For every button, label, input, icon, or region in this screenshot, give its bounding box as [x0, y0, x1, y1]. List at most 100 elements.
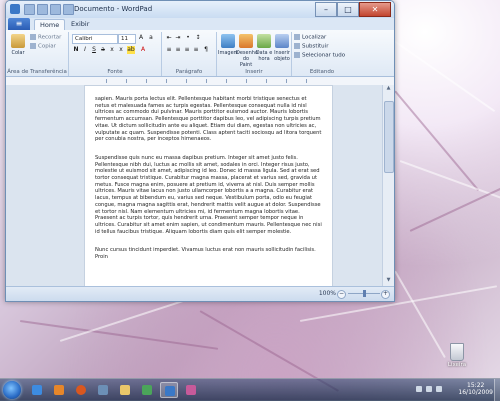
datetime-button[interactable]: Data e hora [254, 34, 274, 62]
editing-group-label: Editando [309, 69, 335, 75]
align-left-icon[interactable]: ≡ [165, 46, 173, 54]
close-button[interactable]: ✕ [359, 2, 391, 17]
paragraph-settings-icon[interactable]: ¶ [202, 46, 210, 54]
align-center-icon[interactable]: ≡ [174, 46, 182, 54]
ribbon: Colar Recortar Copiar Área de Transferên… [6, 30, 394, 77]
save-icon[interactable] [24, 4, 35, 15]
clipboard-group-label: Área de Transferência [7, 69, 67, 75]
clipboard-group: Colar Recortar Copiar Área de Transferên… [6, 32, 69, 76]
paragraph[interactable]: sapien. Mauris porta lectus elit. Pellen… [95, 96, 322, 143]
document-page[interactable]: sapien. Mauris porta lectus elit. Pellen… [84, 85, 333, 286]
insert-object-button[interactable]: Inserir objeto [272, 34, 292, 62]
paint-drawing-button[interactable]: Desenho do Paint [236, 34, 258, 68]
line-spacing-icon[interactable]: ↕ [194, 34, 202, 42]
insert-group-label: Inserir [245, 69, 263, 75]
ribbon-tabs: ≡ Home Exibir [6, 18, 394, 31]
paragraph[interactable]: Nunc cursus tincidunt imperdiet. Vivamus… [95, 247, 322, 260]
vertical-scrollbar[interactable]: ▲ ▼ [382, 85, 394, 286]
replace-button[interactable]: Substituir [294, 43, 328, 50]
file-menu-button[interactable]: ≡ [8, 18, 30, 30]
scroll-down-icon[interactable]: ▼ [383, 277, 394, 286]
scroll-up-icon[interactable]: ▲ [383, 85, 394, 94]
clock[interactable]: 15:22 16/10/2009 [458, 382, 493, 396]
editing-group: Localizar Substituir Selecionar tudo Edi… [292, 32, 352, 76]
wordpad-window: Documento - WordPad – □ ✕ ≡ Home Exibir … [5, 0, 395, 302]
zoom-in-icon[interactable]: + [381, 290, 390, 299]
paragraph-group-label: Parágrafo [175, 69, 203, 75]
flag-icon[interactable] [416, 386, 422, 392]
customize-qat-icon[interactable] [63, 4, 74, 15]
quick-access-toolbar [24, 4, 74, 15]
font-group-label: Fonte [107, 69, 123, 75]
increase-indent-icon[interactable]: ⇥ [174, 34, 182, 42]
network-icon[interactable] [94, 382, 112, 398]
superscript-icon[interactable]: x [117, 46, 125, 54]
paint-icon[interactable] [182, 382, 200, 398]
system-tray: 15:22 16/10/2009 [402, 379, 500, 401]
select-all-icon [294, 52, 300, 58]
zoom-out-icon[interactable]: − [337, 290, 346, 299]
justify-icon[interactable]: ≡ [192, 46, 200, 54]
paint-palette-icon [239, 34, 253, 48]
wordpad-app-icon[interactable] [10, 4, 20, 14]
control-panel-icon[interactable] [138, 382, 156, 398]
window-title: Documento - WordPad [74, 5, 153, 13]
font-group: Calibri 11 A a N I S a x x ab A Fonte [69, 32, 162, 76]
paste-button[interactable]: Colar [8, 34, 28, 56]
clock-date: 16/10/2009 [458, 389, 493, 396]
zoom-level: 100% [318, 290, 336, 297]
replace-icon [294, 43, 300, 49]
trash-can-icon [450, 343, 464, 361]
align-right-icon[interactable]: ≡ [183, 46, 191, 54]
cut-button[interactable]: Recortar [30, 34, 61, 41]
grow-font-icon[interactable]: A [137, 34, 145, 42]
volume-icon[interactable] [436, 386, 442, 392]
minimize-button[interactable]: – [315, 2, 337, 17]
ie-icon[interactable] [28, 382, 46, 398]
tab-view[interactable]: Exibir [66, 19, 94, 30]
paste-icon [11, 34, 25, 48]
recycle-bin-label: Lixeira [447, 362, 467, 368]
find-button[interactable]: Localizar [294, 34, 326, 41]
shrink-font-icon[interactable]: a [147, 34, 155, 42]
media-player-icon[interactable] [50, 382, 68, 398]
calendar-icon [257, 34, 271, 48]
highlight-icon[interactable]: ab [127, 46, 135, 54]
title-bar[interactable]: Documento - WordPad – □ ✕ [6, 1, 394, 18]
font-family-select[interactable]: Calibri [72, 34, 118, 44]
object-icon [275, 34, 289, 48]
network-tray-icon[interactable] [426, 386, 432, 392]
subscript-icon[interactable]: x [108, 46, 116, 54]
binoculars-icon [294, 34, 300, 40]
scrollbar-thumb[interactable] [384, 101, 394, 173]
font-size-select[interactable]: 11 [118, 34, 136, 44]
redo-icon[interactable] [50, 4, 61, 15]
copy-button[interactable]: Copiar [30, 43, 56, 50]
zoom-slider[interactable] [348, 290, 380, 297]
undo-icon[interactable] [37, 4, 48, 15]
strikethrough-icon[interactable]: a [99, 46, 107, 54]
insert-image-button[interactable]: Imagem [218, 34, 239, 56]
status-bar: 100% − + [6, 286, 394, 301]
recycle-bin-icon[interactable]: Lixeira [446, 343, 468, 368]
clock-time: 15:22 [467, 382, 485, 389]
underline-icon[interactable]: S [90, 46, 98, 54]
decrease-indent-icon[interactable]: ⇤ [165, 34, 173, 42]
bold-icon[interactable]: N [72, 46, 80, 54]
start-button[interactable] [3, 381, 21, 399]
font-color-icon[interactable]: A [139, 46, 147, 54]
select-all-button[interactable]: Selecionar tudo [294, 52, 345, 59]
paragraph-group: ⇤ ⇥ • ↕ ≡ ≡ ≡ ≡ ¶ Parágrafo [162, 32, 217, 76]
copy-icon [30, 43, 36, 49]
explorer-icon[interactable] [116, 382, 134, 398]
show-desktop-button[interactable] [494, 379, 500, 401]
bullets-icon[interactable]: • [184, 34, 192, 42]
paragraph[interactable]: Suspendisse quis nunc eu massa dapibus p… [95, 155, 322, 235]
image-icon [221, 34, 235, 48]
italic-icon[interactable]: I [81, 46, 89, 54]
firefox-icon[interactable] [72, 382, 90, 398]
document-area: sapien. Mauris porta lectus elit. Pellen… [6, 85, 383, 286]
zoom-slider-handle[interactable] [362, 290, 366, 297]
maximize-button[interactable]: □ [337, 2, 359, 17]
wordpad-icon[interactable] [160, 382, 178, 398]
